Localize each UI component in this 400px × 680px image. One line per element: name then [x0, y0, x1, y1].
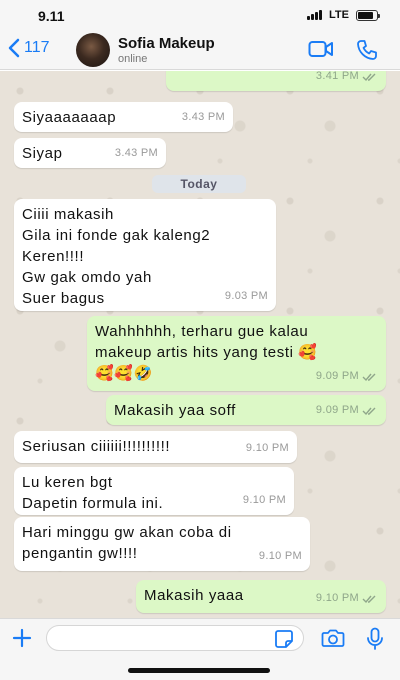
date-separator: Today [152, 175, 246, 193]
message-bubble[interactable]: Makasih yaaa 9.10 PM [136, 580, 386, 613]
message-bubble[interactable]: Hari minggu gw akan coba di pengantin gw… [14, 517, 310, 571]
message-bubble[interactable]: Wahhhhhh, terharu gue kalau makeup artis… [87, 316, 386, 391]
message-meta: 9.10 PM [243, 490, 286, 511]
chevron-left-icon [8, 38, 20, 58]
message-meta: 9.10 PM [316, 588, 378, 609]
video-call-icon[interactable] [308, 39, 334, 59]
back-button[interactable]: 117 [8, 38, 50, 58]
contact-status: online [118, 53, 148, 65]
chat-area[interactable]: 3.41 PM Siyaaaaaaap 3.43 PM Siyap 3.43 P… [0, 71, 400, 618]
message-meta: 9.09 PM [316, 400, 378, 421]
message-line: Ciiii makasih [22, 206, 114, 223]
message-time: 3.43 PM [181, 111, 225, 123]
double-check-icon [362, 73, 376, 81]
plus-icon[interactable] [11, 627, 33, 649]
message-line: makeup artis hits yang testi 🥰 [95, 344, 318, 361]
chat-header: 117 Sofia Makeup online [0, 30, 400, 70]
message-time: 3.43 PM [114, 147, 158, 159]
camera-icon[interactable] [321, 628, 345, 648]
message-meta: 9.09 PM [316, 366, 378, 387]
status-time: 9.11 [38, 8, 65, 24]
unread-count: 117 [24, 39, 50, 56]
message-time: 9.09 PM [315, 370, 359, 382]
status-bar: 9.11 LTE [0, 0, 400, 30]
message-line: Gila ini fonde gak kaleng2 [22, 227, 211, 244]
message-time: 9.03 PM [224, 290, 268, 302]
contact-name[interactable]: Sofia Makeup [118, 35, 215, 52]
message-input-bar [0, 618, 400, 680]
message-time: 9.10 PM [315, 592, 359, 604]
battery-level [358, 11, 374, 19]
message-bubble[interactable]: Makasih yaa soff 9.09 PM [106, 395, 386, 425]
message-time: 9.09 PM [315, 404, 359, 416]
double-check-icon [362, 373, 376, 381]
message-meta: 3.43 PM [115, 143, 158, 164]
phone-icon[interactable] [356, 39, 378, 61]
message-meta: 3.43 PM [182, 107, 225, 128]
message-meta: 9.03 PM [225, 286, 268, 307]
message-time: 9.10 PM [245, 442, 289, 454]
message-line: Wahhhhhh, terharu gue kalau [95, 323, 309, 340]
message-bubble[interactable]: Siyap 3.43 PM [14, 138, 166, 168]
signal-icon [307, 10, 323, 20]
sticker-icon[interactable] [274, 629, 294, 649]
message-time: 9.10 PM [242, 494, 286, 506]
message-bubble[interactable]: Seriusan ciiiiii!!!!!!!!!! 9.10 PM [14, 431, 297, 463]
message-line: Keren!!!! [22, 248, 85, 265]
microphone-icon[interactable] [366, 627, 384, 651]
message-input[interactable] [46, 625, 304, 651]
double-check-icon [362, 407, 376, 415]
message-meta: 9.10 PM [246, 438, 289, 459]
message-bubble[interactable]: 3.41 PM [166, 71, 386, 91]
message-meta: 3.41 PM [316, 71, 378, 87]
message-bubble[interactable]: Lu keren bgt Dapetin formula ini. 9.10 P… [14, 467, 294, 515]
home-indicator [128, 668, 270, 673]
status-indicators: LTE [307, 9, 380, 21]
message-meta: 9.10 PM [259, 546, 302, 567]
message-time: 3.41 PM [315, 71, 359, 82]
message-line: Gw gak omdo yah [22, 269, 152, 286]
double-check-icon [362, 595, 376, 603]
network-type: LTE [329, 9, 349, 21]
message-time: 9.10 PM [258, 550, 302, 562]
avatar[interactable] [76, 33, 110, 67]
message-bubble[interactable]: Ciiii makasih Gila ini fonde gak kaleng2… [14, 199, 276, 311]
message-line: Hari minggu gw akan coba di [22, 524, 232, 541]
message-bubble[interactable]: Siyaaaaaaap 3.43 PM [14, 102, 233, 132]
battery-icon [356, 9, 380, 21]
